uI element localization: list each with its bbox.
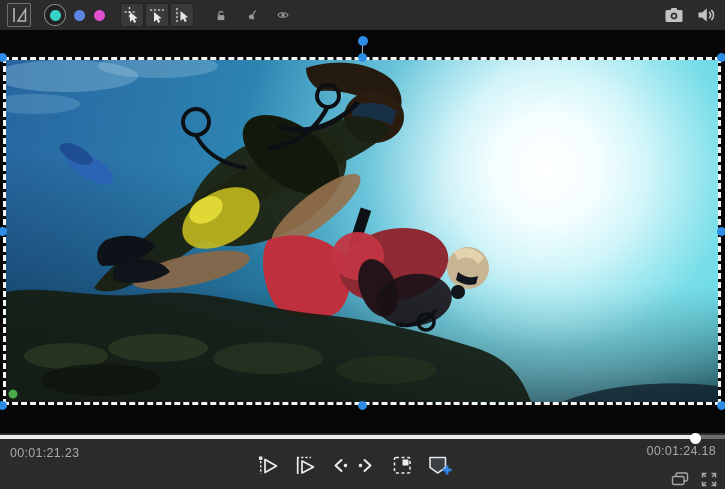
toolbar-right-group bbox=[664, 0, 715, 30]
eye-icon bbox=[277, 12, 289, 18]
middle-right-handle[interactable] bbox=[717, 227, 725, 236]
next-frame-icon bbox=[358, 458, 372, 472]
coral-reef bbox=[6, 289, 718, 402]
crosshair-cursor-icon bbox=[124, 7, 138, 23]
play-to-out-point-button[interactable] bbox=[292, 452, 318, 478]
rotation-handle[interactable] bbox=[358, 36, 368, 46]
visibility-button[interactable] bbox=[271, 3, 295, 27]
end-timecode: 00:01:24.18 bbox=[646, 444, 716, 458]
bottom-center-handle[interactable] bbox=[358, 401, 367, 410]
bottom-right-icons bbox=[671, 471, 717, 487]
play-from-in-point-button[interactable] bbox=[255, 452, 281, 478]
camera-icon bbox=[665, 8, 683, 22]
bottom-left-handle[interactable] bbox=[0, 401, 7, 410]
speaker-icon bbox=[698, 8, 715, 22]
fit-frame-icon bbox=[393, 456, 411, 474]
top-right-handle[interactable] bbox=[717, 53, 725, 62]
current-timecode: 00:01:21.23 bbox=[10, 446, 80, 460]
fullscreen-icon bbox=[701, 472, 716, 486]
next-frame-button[interactable] bbox=[353, 452, 379, 478]
scuba-divers-scene bbox=[6, 60, 718, 402]
seek-progress bbox=[0, 435, 695, 439]
previous-frame-button[interactable] bbox=[327, 452, 353, 478]
preview-canvas bbox=[0, 30, 725, 433]
seek-bar[interactable] bbox=[0, 433, 725, 444]
flip-tool-button[interactable] bbox=[7, 3, 31, 27]
broom-icon bbox=[248, 9, 257, 20]
dashed-edge-cursor-icon bbox=[176, 8, 189, 22]
unlock-button[interactable] bbox=[209, 3, 233, 27]
mask-option-group bbox=[209, 3, 295, 27]
mask-tool-group bbox=[120, 3, 194, 27]
picture-in-picture-button[interactable] bbox=[671, 471, 689, 487]
teal-dot-icon bbox=[49, 9, 61, 21]
video-editor-preview-window: 00:01:21.23 00:01:24.18 bbox=[0, 0, 725, 489]
mask-line-select-tool-button[interactable] bbox=[145, 3, 169, 27]
mask-color-blue-button[interactable] bbox=[74, 9, 85, 21]
underwater-video-content bbox=[6, 60, 718, 402]
mask-color-magenta-button[interactable] bbox=[94, 9, 105, 21]
play-from-in-point-icon bbox=[259, 456, 278, 474]
flip-icon bbox=[13, 6, 27, 22]
player-bottom-bar: 00:01:21.23 00:01:24.18 bbox=[0, 433, 725, 489]
top-toolbar bbox=[0, 0, 725, 31]
volume-button[interactable] bbox=[697, 7, 715, 23]
snapshot-button[interactable] bbox=[664, 7, 684, 23]
video-frame-selection[interactable] bbox=[3, 57, 721, 405]
erase-brush-button[interactable] bbox=[240, 3, 264, 27]
previous-frame-icon bbox=[334, 458, 348, 472]
mask-color-teal-button[interactable] bbox=[44, 4, 66, 26]
bottom-right-handle[interactable] bbox=[717, 401, 725, 410]
top-center-handle[interactable] bbox=[358, 53, 367, 62]
fit-frame-button[interactable] bbox=[389, 452, 415, 478]
play-to-out-point-icon bbox=[296, 456, 315, 474]
add-marker-icon bbox=[428, 456, 451, 474]
add-marker-button[interactable] bbox=[426, 452, 452, 478]
dashed-line-cursor-icon bbox=[150, 9, 164, 23]
fullscreen-button[interactable] bbox=[700, 471, 717, 487]
seek-handle[interactable] bbox=[689, 433, 701, 444]
picture-in-picture-icon bbox=[671, 472, 689, 486]
mask-point-select-tool-button[interactable] bbox=[170, 3, 194, 27]
mask-crosshair-tool-button[interactable] bbox=[120, 3, 144, 27]
unlock-icon bbox=[217, 10, 225, 20]
toolbar-left-group bbox=[7, 0, 295, 30]
playback-controls bbox=[255, 452, 452, 478]
